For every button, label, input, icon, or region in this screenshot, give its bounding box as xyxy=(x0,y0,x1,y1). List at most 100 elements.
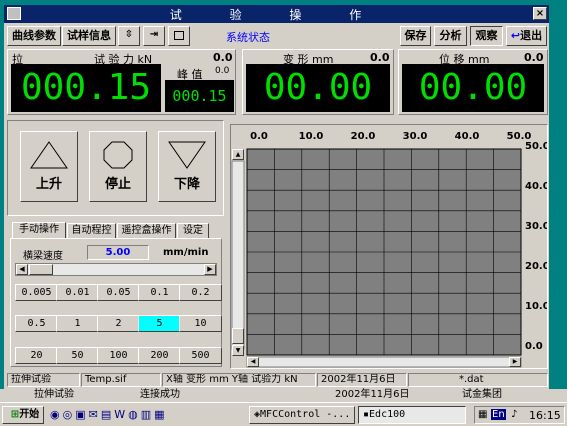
control-panel: 上升 停止 下降 xyxy=(7,120,224,216)
down-label: 下降 xyxy=(173,177,200,192)
sample-info-button[interactable]: 试样信息 xyxy=(62,26,116,46)
up-label: 上升 xyxy=(35,177,62,192)
status-file: Temp.sif xyxy=(81,373,161,387)
x-tick-label: 30.0 xyxy=(403,131,428,142)
bg-status-mid: 连接成功 xyxy=(140,389,180,400)
bg-status-right: 试金集团 xyxy=(462,389,502,400)
ie-icon[interactable]: ◉ xyxy=(50,408,63,421)
y-tick-label: 10.0 xyxy=(525,301,547,312)
analyze-button[interactable]: 分析 xyxy=(434,26,467,46)
status-date: 2002年11月6日 xyxy=(317,373,407,387)
status-ext: *.dat xyxy=(408,373,548,387)
slider-thumb[interactable] xyxy=(29,264,53,275)
status-test-type: 拉伸试验 xyxy=(7,373,80,387)
speed-button-selected[interactable]: 5 xyxy=(138,315,181,332)
exit-button[interactable]: ↩退出 xyxy=(506,26,547,46)
slider-right-arrow[interactable]: ▶ xyxy=(204,264,216,275)
y-tick-label: 0.0 xyxy=(525,341,543,352)
hscroll-right-arrow[interactable]: ▶ xyxy=(509,357,521,367)
desktop-icon[interactable]: ▣ xyxy=(75,408,88,421)
cursor-icon: ⇥ xyxy=(149,29,159,40)
observe-button[interactable]: 观察 xyxy=(470,26,503,46)
start-label: 开始 xyxy=(19,409,40,420)
app-grid-icon[interactable]: ▦ xyxy=(154,408,167,421)
zoom-tool-button[interactable]: ⇳ xyxy=(118,26,140,46)
system-tray: ▦ En ♪ 16:15 xyxy=(474,406,565,424)
speed-button[interactable]: 0.01 xyxy=(56,284,99,301)
deform-small-value: 0.0 xyxy=(370,51,390,64)
manual-tab-panel: 横梁速度 5.00 mm/min ◀ ▶ 0.005 0.01 0.05 0.1… xyxy=(10,238,222,367)
speed-button[interactable]: 500 xyxy=(179,347,222,364)
vscroll-down-arrow[interactable]: ▼ xyxy=(232,345,244,356)
taskbar-edc100[interactable]: ▪Edc100 xyxy=(358,406,466,424)
displace-small-value: 0.0 xyxy=(524,51,544,64)
system-status-label: 系统状态 xyxy=(226,31,270,44)
hscroll-track xyxy=(246,356,522,368)
speed-button[interactable]: 10 xyxy=(179,315,222,332)
browser-icon[interactable]: ◎ xyxy=(63,408,76,421)
x-tick-label: 10.0 xyxy=(299,131,324,142)
background-status-strip: 拉伸试验 连接成功 2002年11月6日 试金集团 xyxy=(0,389,567,402)
printer-icon[interactable]: ▥ xyxy=(141,408,154,421)
tab-settings[interactable]: 设定 xyxy=(177,223,209,239)
close-button[interactable]: × xyxy=(533,7,547,20)
word-icon[interactable]: W xyxy=(114,408,128,421)
taskbar-edc100-label: Edc100 xyxy=(369,409,406,420)
x-tick-label: 40.0 xyxy=(455,131,480,142)
frame-tool-button[interactable] xyxy=(168,26,190,46)
speed-button[interactable]: 100 xyxy=(97,347,140,364)
chart-svg: 0.0 10.0 20.0 30.0 40.0 50.050.040.030.020.01… xyxy=(231,131,547,368)
tray-volume-icon[interactable]: ♪ xyxy=(511,409,517,420)
y-tick-label: 20.0 xyxy=(525,261,547,272)
hscroll-left-arrow[interactable]: ◀ xyxy=(247,357,259,367)
tab-remote[interactable]: 遥控盒操作 xyxy=(117,223,176,239)
speed-button[interactable]: 0.5 xyxy=(15,315,58,332)
up-button[interactable]: 上升 xyxy=(20,131,78,202)
taskbar-mfccontrol[interactable]: ◈MFCControl -... xyxy=(249,406,355,424)
lang-indicator[interactable]: En xyxy=(491,409,506,420)
down-button[interactable]: 下降 xyxy=(158,131,216,202)
window-titlebar[interactable]: 试 验 操 作 × xyxy=(4,5,549,23)
stop-button[interactable]: 停止 xyxy=(89,131,147,202)
tray-network-icon[interactable]: ▦ xyxy=(478,409,487,420)
speed-label: 横梁速度 xyxy=(23,251,63,262)
vscroll-up-arrow[interactable]: ▲ xyxy=(232,149,244,160)
speed-button[interactable]: 50 xyxy=(56,347,99,364)
chart-panel: 0.0 10.0 20.0 30.0 40.0 50.0 50.0 40.0 30.0 20.0 1… xyxy=(230,124,548,369)
speed-button[interactable]: 20 xyxy=(15,347,58,364)
chat-icon[interactable]: ◍ xyxy=(128,408,141,421)
folder-icon[interactable]: ▤ xyxy=(101,408,114,421)
triangle-down-icon xyxy=(168,141,206,169)
octagon-stop-icon xyxy=(103,141,133,169)
x-tick-label: 0.0 xyxy=(250,131,268,142)
back-arrow-icon: ↩ xyxy=(510,29,521,42)
save-button[interactable]: 保存 xyxy=(400,26,431,46)
speed-button[interactable]: 200 xyxy=(138,347,181,364)
curve-params-button[interactable]: 曲线参数 xyxy=(7,26,61,46)
start-button[interactable]: ⊞开始 xyxy=(2,406,44,424)
vscroll-track xyxy=(231,160,245,350)
force-small-value: 0.0 xyxy=(213,51,233,64)
vscroll-thumb[interactable] xyxy=(232,328,244,344)
speed-button[interactable]: 0.05 xyxy=(97,284,140,301)
tab-auto[interactable]: 自动程控 xyxy=(67,223,116,239)
windows-logo-icon: ⊞ xyxy=(10,409,20,420)
speed-button[interactable]: 1 xyxy=(56,315,99,332)
y-tick-label: 30.0 xyxy=(525,221,547,232)
speed-value-field[interactable]: 5.00 xyxy=(87,245,149,260)
speed-button[interactable]: 0.2 xyxy=(179,284,222,301)
force-readout-panel: 拉 试 验 力 kN 0.0 000.15 峰 值 0.0 000.15 xyxy=(7,49,236,115)
slider-left-arrow[interactable]: ◀ xyxy=(16,264,28,275)
displace-display: 00.00 xyxy=(402,64,544,112)
speed-button[interactable]: 2 xyxy=(97,315,140,332)
deform-readout-panel: 变 形 mm 0.0 00.00 xyxy=(242,49,394,115)
mail-icon[interactable]: ✉ xyxy=(89,408,101,421)
tab-manual[interactable]: 手动操作 xyxy=(12,222,66,239)
displace-readout-panel: 位 移 mm 0.0 00.00 xyxy=(398,49,548,115)
speed-button[interactable]: 0.1 xyxy=(138,284,181,301)
bg-status-left: 拉伸试验 xyxy=(34,389,74,400)
cursor-tool-button[interactable]: ⇥ xyxy=(143,26,165,46)
speed-button[interactable]: 0.005 xyxy=(15,284,58,301)
taskbar-mfccontrol-label: MFCControl -... xyxy=(260,409,351,420)
speed-slider[interactable]: ◀ ▶ xyxy=(15,263,217,276)
